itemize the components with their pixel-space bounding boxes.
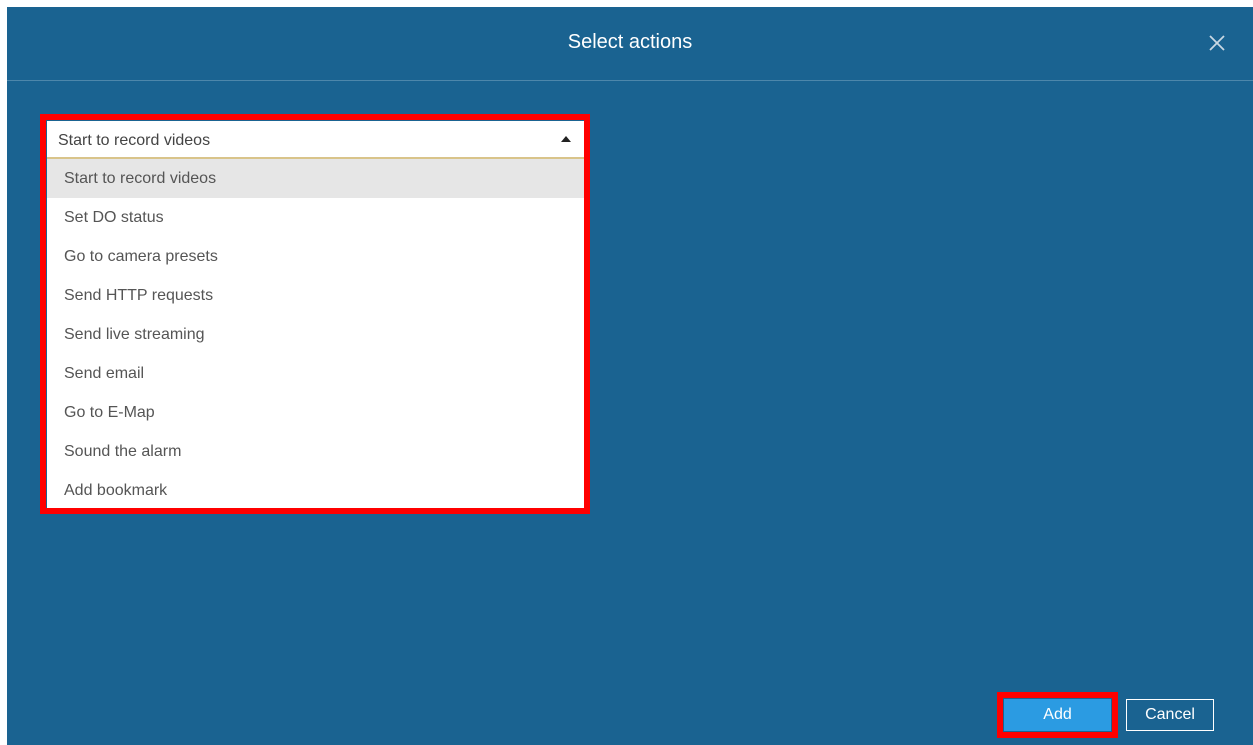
close-icon[interactable] — [1205, 31, 1229, 55]
dropdown-option[interactable]: Go to camera presets — [47, 237, 584, 276]
dialog-title: Select actions — [567, 31, 693, 53]
action-dropdown: Start to record videos Start to record v… — [47, 121, 584, 508]
action-select[interactable]: Start to record videos — [47, 121, 584, 159]
action-options-list: Start to record videos Set DO status Go to… — [47, 159, 584, 510]
dropdown-option[interactable]: Go to E-Map — [47, 393, 584, 432]
dropdown-option[interactable]: Add bookmark — [47, 471, 584, 510]
dropdown-option[interactable]: Set DO status — [47, 198, 584, 237]
dropdown-option[interactable]: Send live streaming — [47, 315, 584, 354]
action-select-value: Start to record videos — [58, 132, 211, 149]
caret-up-icon — [561, 136, 571, 142]
select-actions-dialog: Select actions Start to record videos St… — [7, 7, 1253, 745]
dropdown-option[interactable]: Start to record videos — [47, 159, 584, 198]
dropdown-option[interactable]: Sound the alarm — [47, 432, 584, 471]
cancel-button[interactable]: Cancel — [1126, 699, 1214, 731]
dropdown-option[interactable]: Send HTTP requests — [47, 276, 584, 315]
add-button[interactable]: Add — [1004, 699, 1111, 731]
dialog-header: Select actions — [7, 7, 1253, 81]
dropdown-option[interactable]: Send email — [47, 354, 584, 393]
